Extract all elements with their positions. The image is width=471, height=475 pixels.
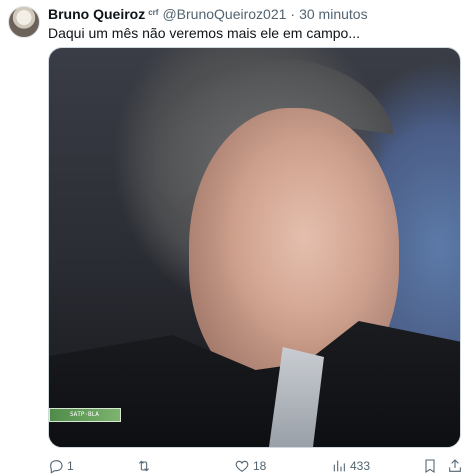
tweet-text: Daqui um mês não veremos mais ele em cam… [48, 25, 361, 41]
heart-icon [235, 460, 249, 472]
share-button[interactable] [447, 457, 463, 475]
author-badge: crf [148, 8, 159, 17]
separator: · [290, 6, 296, 22]
tweet-header: Bruno Queiroz crf @BrunoQueiroz021 · 30 … [48, 6, 463, 24]
retweet-button[interactable] [136, 457, 155, 475]
retweet-icon [138, 460, 150, 472]
reply-count: 1 [67, 459, 74, 473]
bookmark-icon [425, 459, 435, 473]
like-button[interactable]: 18 [234, 457, 266, 475]
views-count: 433 [350, 459, 371, 473]
like-count: 18 [253, 459, 267, 473]
tweet-media[interactable]: SATP·BLA [48, 47, 461, 448]
avatar[interactable] [8, 6, 40, 38]
views-button[interactable]: 433 [331, 457, 370, 475]
share-icon [449, 459, 461, 472]
timestamp[interactable]: 30 minutos [299, 6, 367, 22]
author-name[interactable]: Bruno Queiroz [48, 6, 145, 22]
author-handle[interactable]: @BrunoQueiroz021 [162, 6, 286, 22]
video-overlay-badge: SATP·BLA [49, 408, 121, 422]
reply-icon [50, 460, 63, 474]
views-icon [333, 460, 345, 472]
tweet-actions: 1 18 433 [48, 457, 461, 475]
bookmark-button[interactable] [422, 457, 438, 475]
reply-button[interactable]: 1 [48, 457, 74, 475]
